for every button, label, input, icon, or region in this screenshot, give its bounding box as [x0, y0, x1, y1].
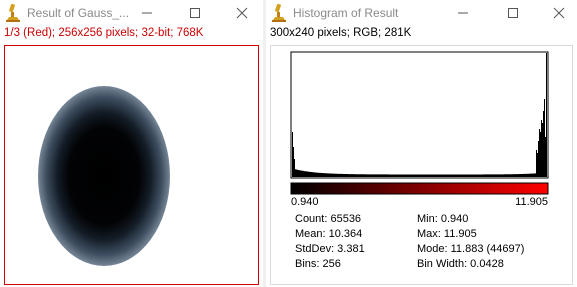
maximize-icon: [508, 8, 518, 18]
lut-color-bar: [290, 182, 549, 195]
stat-mean: Mean: 10.364: [295, 228, 363, 240]
title-bar[interactable]: Result of Gauss_...: [0, 0, 263, 26]
stat-bins: Bins: 256: [295, 258, 341, 270]
stat-bin-width: Bin Width: 0.0428: [417, 258, 504, 270]
image-window[interactable]: Result of Gauss_... 1/3 (Red); 256x256 p…: [0, 0, 263, 287]
image-info: 1/3 (Red); 256x256 pixels; 32-bit; 768K: [4, 27, 204, 39]
close-icon: [236, 7, 248, 19]
window-title: Histogram of Result: [293, 6, 399, 20]
close-button[interactable]: [230, 3, 254, 23]
title-bar[interactable]: Histogram of Result: [266, 0, 577, 26]
histogram-min-label: 0.940: [291, 196, 319, 208]
histogram-frame: [290, 51, 549, 179]
minimize-icon: [142, 12, 152, 14]
maximize-icon: [190, 8, 200, 18]
imagej-microscope-icon: [272, 4, 286, 22]
histogram-window[interactable]: Histogram of Result 300x240 pixels; RGB;…: [266, 0, 577, 287]
image-info: 300x240 pixels; RGB; 281K: [270, 27, 412, 39]
stat-stddev: StdDev: 3.381: [295, 243, 365, 255]
image-canvas[interactable]: [4, 45, 259, 285]
stat-max: Max: 11.905: [417, 228, 477, 240]
histogram-panel[interactable]: 0.940 11.905 Count: 65536 Mean: 10.364 S…: [270, 45, 573, 285]
stat-count: Count: 65536: [295, 213, 362, 225]
minimize-button[interactable]: [451, 3, 475, 23]
minimize-button[interactable]: [135, 3, 159, 23]
maximize-button[interactable]: [183, 3, 207, 23]
close-icon: [553, 7, 565, 19]
minimize-icon: [458, 12, 468, 14]
close-button[interactable]: [547, 3, 571, 23]
maximize-button[interactable]: [501, 3, 525, 23]
window-title: Result of Gauss_...: [27, 6, 130, 20]
imagej-microscope-icon: [6, 4, 20, 22]
stat-mode: Mode: 11.883 (44697): [417, 243, 525, 255]
histogram-max-label: 11.905: [515, 196, 548, 208]
stat-min: Min: 0.940: [417, 213, 469, 225]
gaussian-blob: [38, 86, 170, 266]
